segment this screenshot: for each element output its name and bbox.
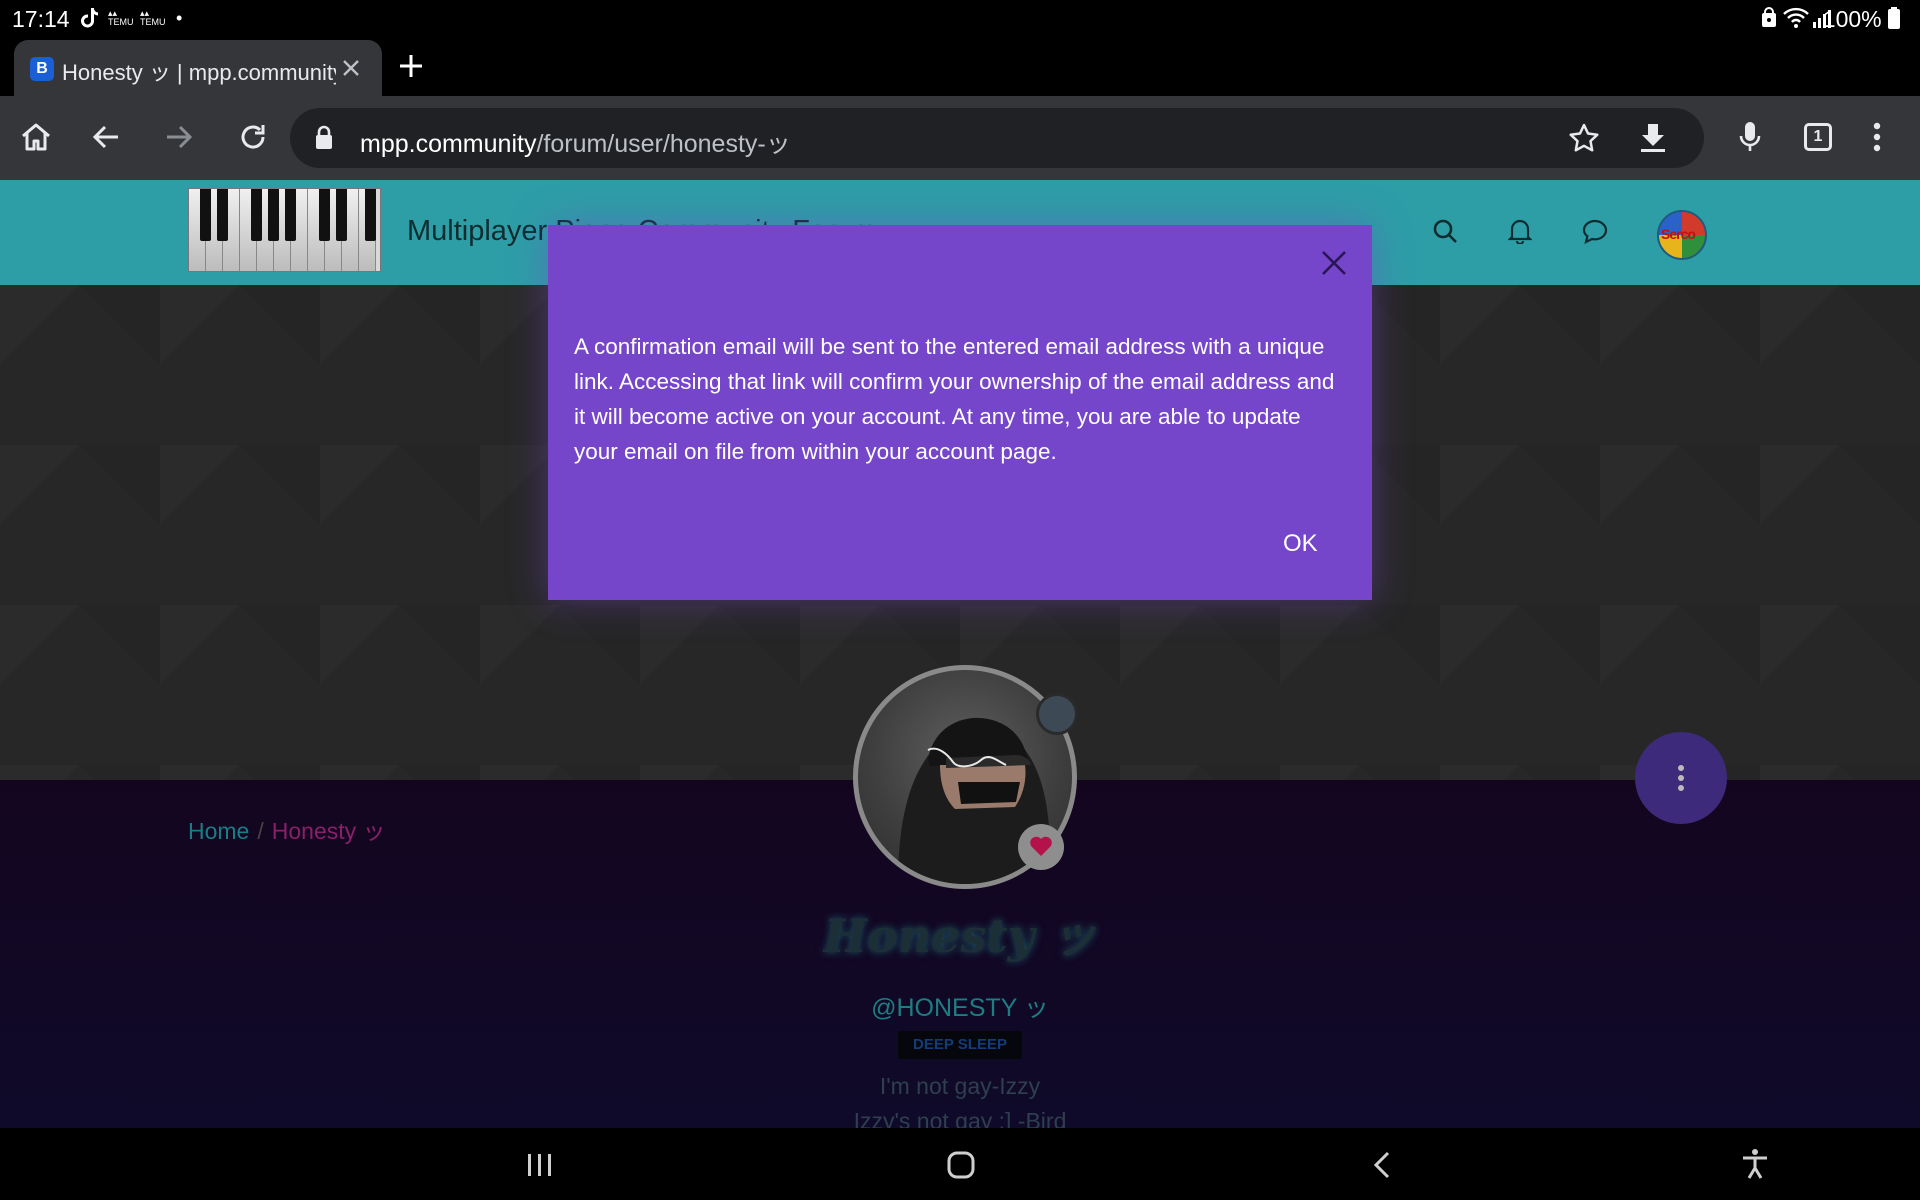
profile-display-name: Honesty ッ [823,909,1097,963]
status-bar: 17:14 ▴▴ TEMU ▴▴ TEMU • 100% [0,0,1920,38]
forward-icon[interactable] [165,123,193,151]
breadcrumb-current: Honesty ッ [271,818,386,844]
tiktok-icon [80,7,100,29]
profile-bio-line: I'm not gay-Izzy [879,1073,1041,1099]
breadcrumb: Home / Honesty ッ [188,812,386,846]
reload-icon[interactable] [237,121,269,153]
dot-icon: • [176,8,183,28]
new-tab-icon[interactable] [398,53,424,79]
breadcrumb-separator: / [257,818,264,844]
notifications-bell-icon[interactable] [1508,218,1532,244]
vertical-dots-icon [1678,765,1684,791]
microphone-icon[interactable] [1738,120,1762,154]
site-favicon: B [30,57,54,81]
chat-bubble-icon[interactable] [1582,218,1608,244]
temu-icon: ▴▴ TEMU [140,8,166,27]
home-circle-icon[interactable] [947,1151,975,1179]
close-dialog-icon[interactable] [1321,250,1347,276]
browser-tab[interactable]: B Honesty ッ | mpp.community [14,40,382,96]
battery-icon [1888,7,1900,29]
tab-strip: B Honesty ッ | mpp.community [0,38,1920,96]
site-logo[interactable] [188,188,381,272]
profile-actions-button[interactable] [1635,732,1727,824]
temu-icon: ▴▴ TEMU [108,8,134,27]
tab-title: Honesty ッ | mpp.community [62,60,336,85]
android-nav-bar [0,1128,1920,1200]
url-path: /forum/user/honesty-ッ [536,130,791,158]
dialog-message: A confirmation email will be sent to the… [574,334,1335,464]
user-avatar[interactable]: Serco [1657,210,1707,260]
profile-handle: @HONESTY ッ [871,994,1049,1022]
bookmark-star-icon[interactable] [1568,122,1600,154]
tab-switcher-icon[interactable]: 1 [1804,123,1832,151]
heart-icon [1030,836,1052,856]
heart-badge [1018,824,1064,870]
battery-percent: 100% [1822,6,1882,32]
profile-group-badge[interactable]: DEEP SLEEP [898,1031,1022,1059]
url-host: mpp.community [360,130,537,158]
lock-icon[interactable] [314,125,334,151]
back-icon[interactable] [92,123,120,151]
email-confirmation-dialog: A confirmation email will be sent to the… [548,225,1372,600]
battery-level: 100% [1823,6,1900,33]
ok-button[interactable]: OK [1283,530,1318,558]
nav-back-icon[interactable] [1372,1150,1392,1180]
home-icon[interactable] [20,122,52,152]
address-bar[interactable]: mpp.community/forum/user/honesty-ッ [290,108,1704,168]
user-avatar-label: Serco [1661,226,1696,242]
close-tab-icon[interactable] [339,56,363,80]
status-time: 17:14 [12,6,70,32]
browser-toolbar: mpp.community/forum/user/honesty-ッ 1 [0,96,1920,180]
wifi-icon [1783,7,1809,29]
accessibility-icon[interactable] [1741,1148,1769,1180]
search-icon[interactable] [1432,218,1458,244]
offline-status-dot [1036,693,1078,735]
profile-bio-line: Izzy's not gay :] -Bird [853,1108,1067,1128]
breadcrumb-home-link[interactable]: Home [188,818,249,844]
download-icon[interactable] [1639,122,1667,154]
lock-icon [1761,7,1777,29]
url-text: mpp.community/forum/user/honesty-ッ [360,124,791,160]
recent-apps-icon[interactable] [526,1153,554,1177]
more-menu-icon[interactable] [1873,122,1881,152]
